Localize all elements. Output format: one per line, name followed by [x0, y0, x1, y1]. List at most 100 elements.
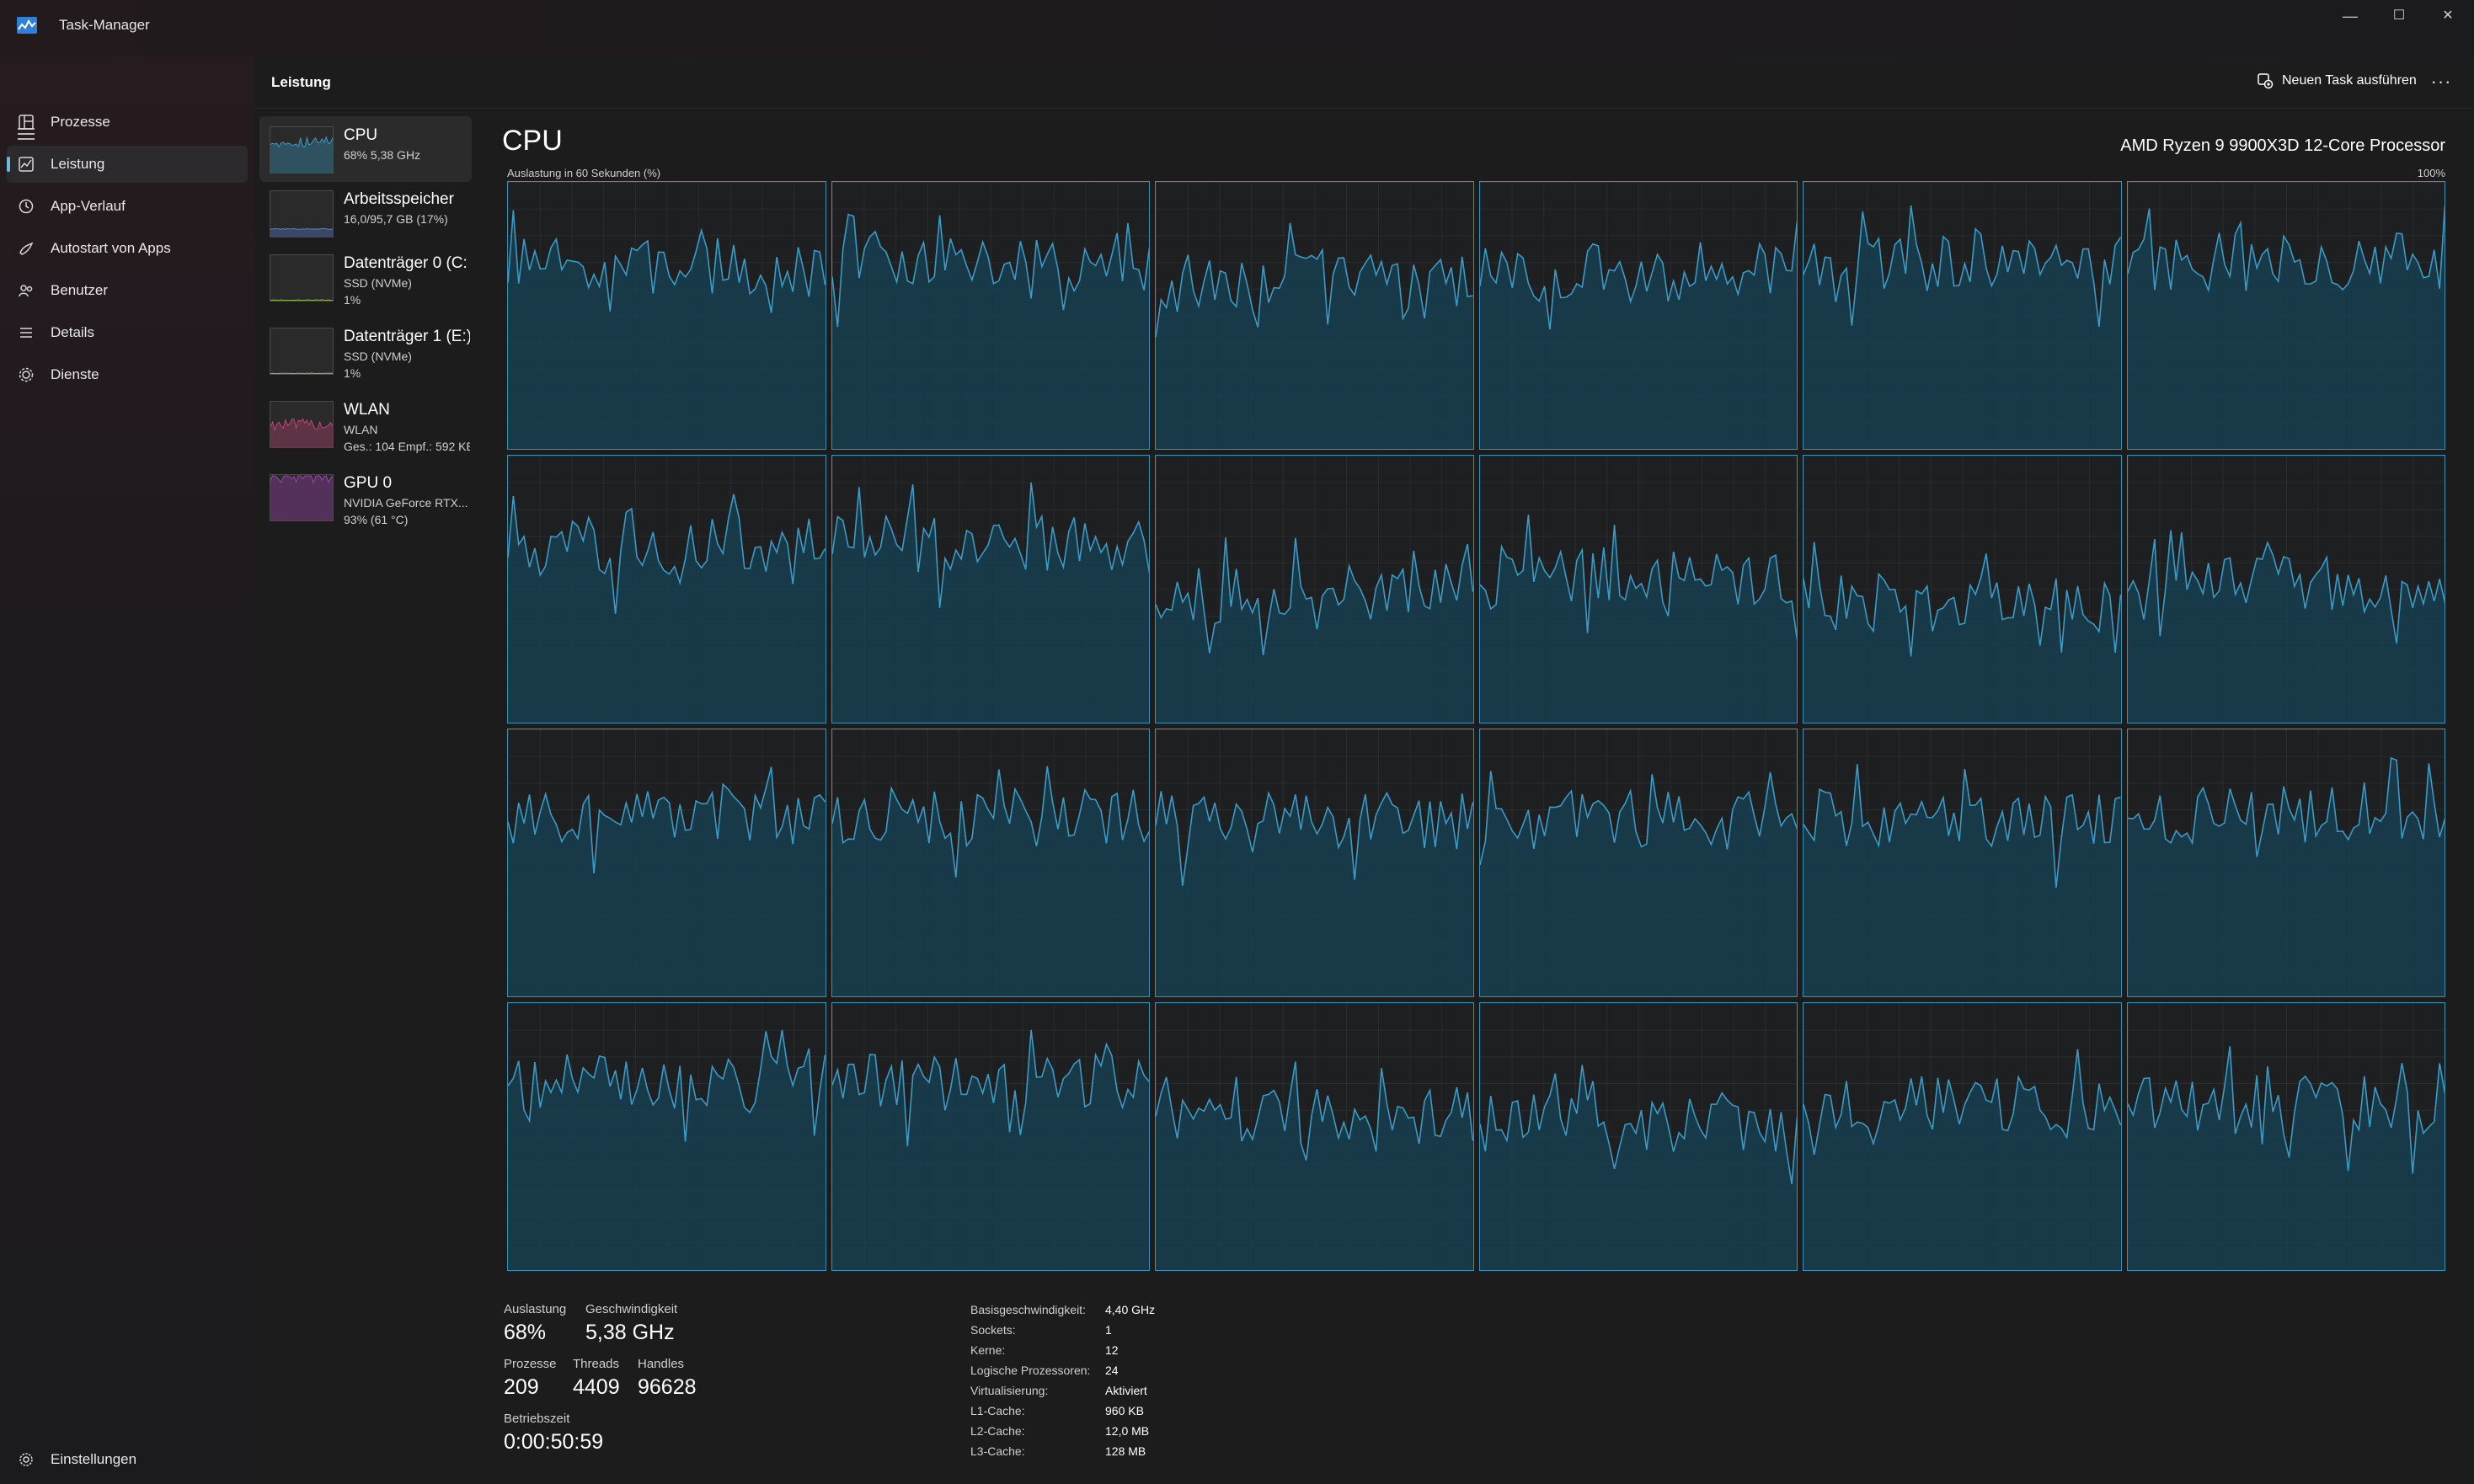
logical-processor-graph [1478, 1002, 1798, 1271]
page-title: Leistung [271, 74, 331, 90]
usage-area [1803, 1049, 2121, 1270]
sidebar-item-performance[interactable]: Leistung [7, 146, 248, 183]
graph-caption: Auslastung in 60 Sekunden (%) [507, 167, 661, 179]
usage-area [1803, 542, 2121, 723]
usage-area [1803, 205, 2121, 449]
device-wlan[interactable]: WLAN WLAN Ges.: 104 Empf.: 592 KB [259, 391, 472, 456]
usage-area [831, 1029, 1149, 1270]
usage-area [508, 210, 826, 449]
sidebar-item-processes[interactable]: Prozesse [7, 104, 248, 141]
active-indicator [7, 157, 10, 172]
sidebar-item-services[interactable]: Dienste [7, 356, 248, 393]
spec-value: 4,40 GHz [1105, 1303, 1156, 1316]
thumbnail-line [270, 372, 333, 374]
device-memory[interactable]: Arbeitsspeicher 16,0/95,7 GB (17%) [259, 180, 472, 246]
utilization-value: 68% [504, 1321, 547, 1344]
device-gpu-0[interactable]: GPU 0 NVIDIA GeForce RTX... 93% (61 °C) [259, 464, 472, 530]
speed-value: 5,38 GHz [585, 1321, 675, 1344]
usage-area [1479, 771, 1797, 996]
sidebar-item-app-history[interactable]: App-Verlauf [7, 188, 248, 225]
spec-key: L3-Cache: [970, 1444, 1025, 1458]
logical-processor-graph [1155, 455, 1474, 723]
run-task-icon [2258, 73, 2274, 89]
spec-key: L1-Cache: [970, 1404, 1025, 1417]
navigation-sidebar: Prozesse Leistung App-Verlauf Autostart … [0, 56, 254, 1484]
usage-area [831, 766, 1149, 996]
device-cpu[interactable]: CPU 68% 5,38 GHz [259, 116, 472, 182]
usage-area [1156, 1061, 1473, 1270]
usage-area [831, 482, 1149, 723]
sidebar-item-label: Autostart von Apps [51, 240, 171, 256]
graph-max-label: 100% [2417, 167, 2445, 179]
threads-value: 4409 [573, 1375, 620, 1399]
spec-value: Aktiviert [1105, 1384, 1147, 1397]
sidebar-item-label: Benutzer [51, 282, 109, 298]
details-icon [20, 328, 32, 338]
sidebar-item-label: Details [51, 324, 94, 340]
thumbnail-area [270, 228, 333, 237]
device-disk-1[interactable]: Datenträger 1 (E:) SSD (NVMe) 1% [259, 318, 472, 383]
logical-processor-graph [1803, 455, 2122, 723]
logical-processor-graph [831, 1002, 1150, 1271]
sidebar-item-users[interactable]: Benutzer [7, 272, 248, 309]
logical-processor-graph [2126, 181, 2445, 450]
usage-area [508, 494, 826, 723]
logical-processor-graph [507, 455, 826, 723]
usage-area [1479, 515, 1797, 723]
spec-key: Basisgeschwindigkeit: [970, 1303, 1086, 1316]
run-task-label: Neuen Task ausführen [2282, 73, 2417, 88]
run-new-task-button[interactable]: Neuen Task ausführen [2247, 66, 2427, 96]
device-name: WLAN [344, 401, 390, 419]
logical-processor-graph [831, 455, 1150, 723]
spec-value: 128 MB [1105, 1444, 1146, 1458]
title-bar: Task-Manager — ☐ ✕ [0, 0, 2474, 56]
usage-area [2127, 530, 2445, 723]
sidebar-item-settings[interactable]: Einstellungen [7, 1441, 248, 1478]
settings-label: Einstellungen [51, 1451, 137, 1467]
logical-processor-graph [1803, 181, 2122, 450]
more-options-button[interactable]: ··· [2424, 67, 2458, 96]
device-disk-0[interactable]: Datenträger 0 (C: I SSD (NVMe) 1% [259, 244, 472, 310]
close-button[interactable]: ✕ [2423, 3, 2472, 29]
usage-area [508, 1029, 826, 1270]
device-name: CPU [344, 126, 378, 144]
maximize-button[interactable]: ☐ [2375, 3, 2423, 29]
logical-processor-graph [507, 729, 826, 997]
sidebar-item-startup-apps[interactable]: Autostart von Apps [7, 230, 248, 267]
gear-icon [19, 1453, 33, 1466]
spec-value: 960 KB [1105, 1404, 1144, 1417]
window-title: Task-Manager [59, 17, 150, 33]
threads-label: Threads [573, 1357, 620, 1371]
usage-area [831, 214, 1149, 449]
device-detail: WLAN [344, 423, 378, 436]
spec-key: Sockets: [970, 1323, 1016, 1337]
spec-key: Logische Prozessoren: [970, 1364, 1091, 1377]
sidebar-item-details[interactable]: Details [7, 314, 248, 351]
thumbnail-line [270, 299, 333, 301]
main-panel: Leistung Neuen Task ausführen ··· CPU 68… [254, 56, 2474, 1484]
spec-value: 12 [1105, 1343, 1119, 1357]
device-detail: 93% (61 °C) [344, 513, 409, 526]
logical-processor-graph [507, 181, 826, 450]
usage-area [2127, 757, 2445, 996]
uptime-value: 0:00:50:59 [504, 1430, 604, 1454]
logical-processor-graph [2126, 1002, 2445, 1271]
device-detail: 1% [344, 293, 361, 307]
users-icon [19, 285, 33, 297]
device-detail: NVIDIA GeForce RTX... [344, 496, 468, 510]
device-detail: 1% [344, 366, 361, 380]
logical-processor-graph [831, 181, 1150, 450]
spec-key: Kerne: [970, 1343, 1006, 1357]
minimize-button[interactable]: — [2326, 3, 2375, 29]
device-thumbnail-graph [270, 474, 334, 521]
processes-label: Prozesse [504, 1357, 557, 1371]
device-thumbnail-graph [270, 254, 334, 302]
cpu-heading: CPU [502, 125, 563, 157]
usage-area [1156, 536, 1473, 723]
logical-processor-graph [1478, 729, 1798, 997]
handles-label: Handles [638, 1357, 685, 1371]
sidebar-item-label: Prozesse [51, 114, 110, 130]
logical-processor-graph [1478, 181, 1798, 450]
device-name: Arbeitsspeicher [344, 190, 454, 208]
handles-value: 96628 [638, 1375, 697, 1399]
